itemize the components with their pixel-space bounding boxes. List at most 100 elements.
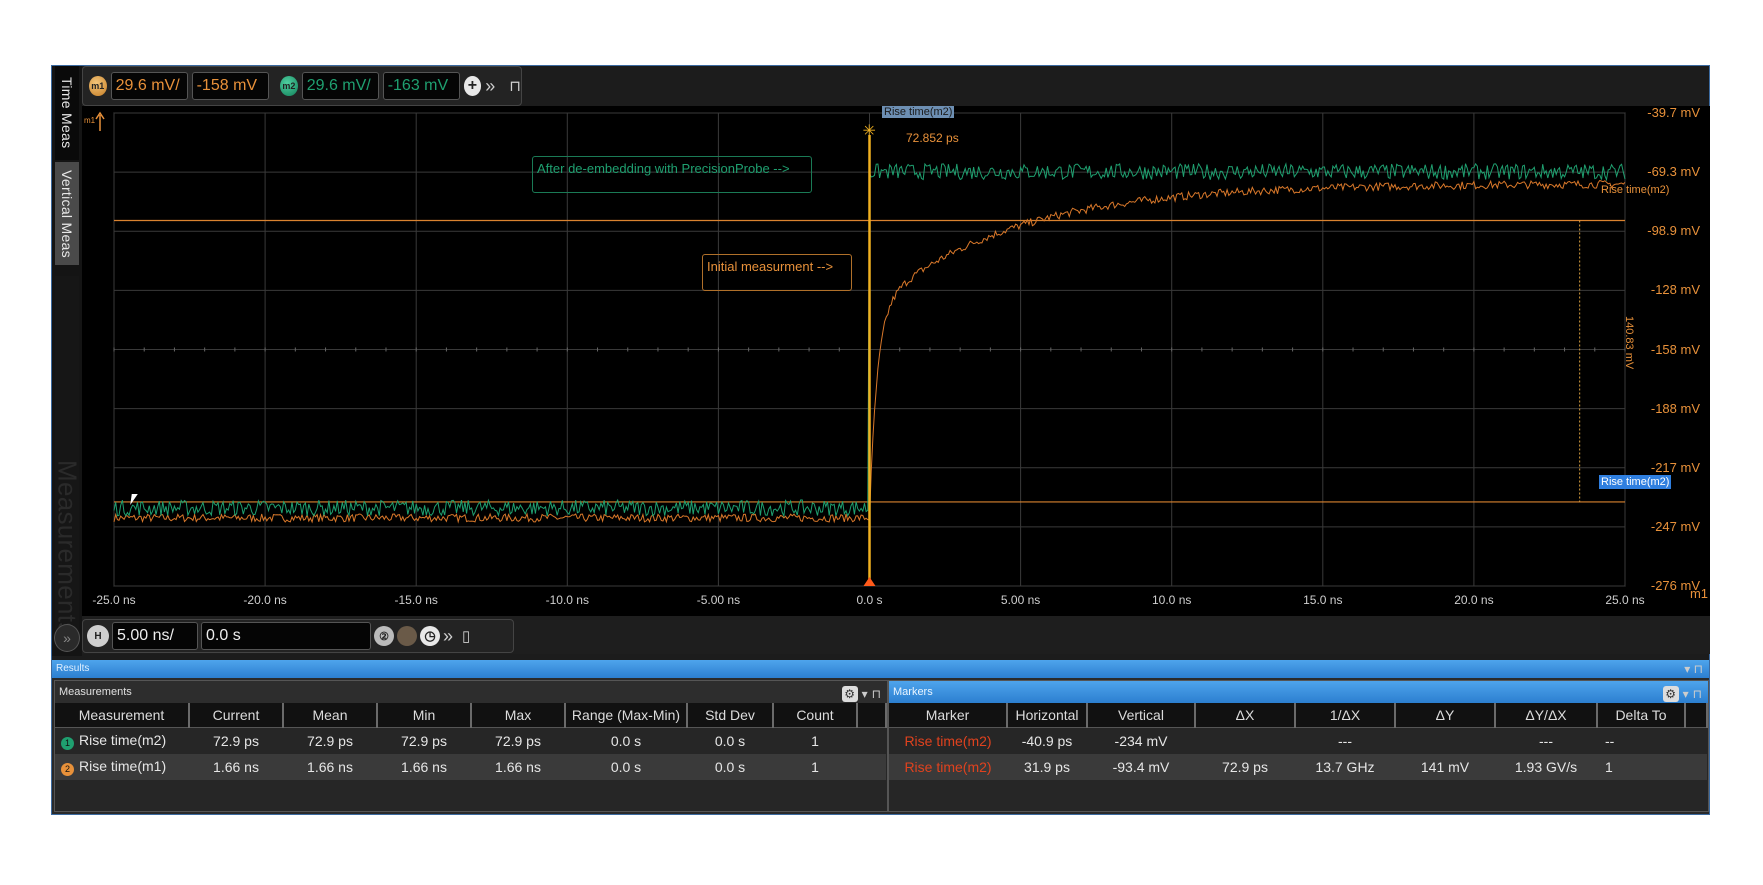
marker-cell: --- bbox=[1539, 733, 1553, 749]
marker-cell: 141 mV bbox=[1395, 754, 1495, 780]
column-header[interactable]: Delta To bbox=[1597, 703, 1686, 728]
waveform-display[interactable]: ✳ m1 -39.7 mV -69.3 mV -98.9 mV -128 mV -158 … bbox=[82, 105, 1710, 616]
marker-cell: 1.93 GV/s bbox=[1495, 754, 1597, 780]
marker-cell: Rise time(m2) bbox=[889, 754, 1007, 780]
marker-row[interactable]: Rise time(m2) 31.9 ps -93.4 mV 72.9 ps 13.7 … bbox=[889, 754, 1707, 780]
tab-time-meas[interactable]: Time Meas bbox=[55, 66, 79, 160]
column-header[interactable]: Current bbox=[189, 703, 284, 728]
m2-scale-field[interactable]: 29.6 mV/ bbox=[301, 72, 379, 100]
marker-cell bbox=[1195, 728, 1295, 755]
markers-title: Markers bbox=[893, 686, 933, 698]
column-header[interactable]: ΔY/ΔX bbox=[1495, 703, 1598, 728]
tab-vertical-meas[interactable]: Vertical Meas bbox=[55, 162, 79, 265]
column-header[interactable]: Horizontal bbox=[1007, 703, 1088, 728]
measurements-table: Measurement Current Mean Min Max Range (Max-M… bbox=[55, 703, 887, 780]
column-header[interactable]: ΔX bbox=[1195, 703, 1296, 728]
x-tick-label: -25.0 ns bbox=[92, 593, 136, 607]
horizontal-toolbar: H 5.00 ns/ 0.0 s ② ◷ » ▯ bbox=[82, 619, 514, 653]
annotation-de-embedding[interactable]: After de-embedding with PrecisionProbe -… bbox=[532, 156, 812, 193]
x-tick-label: 5.00 ns bbox=[1000, 593, 1041, 607]
column-header[interactable]: Min bbox=[377, 703, 472, 728]
marker-cell: -234 mV bbox=[1114, 733, 1168, 749]
clock-icon[interactable]: ◷ bbox=[420, 626, 440, 646]
delta-voltage-label: 140.83 mV bbox=[1623, 316, 1635, 370]
side-tab-strip: Time Meas Vertical Meas Measurements bbox=[52, 66, 83, 656]
x-tick-label: -20.0 ns bbox=[243, 593, 287, 607]
measurements-header: Measurements ⚙ ▾ ⊓ bbox=[55, 681, 887, 703]
markers-header: Markers ⚙ ▾ ⊓ bbox=[889, 681, 1708, 703]
marker-row[interactable]: Rise time(m2) -40.9 ps -234 mV --- --- -- bbox=[889, 728, 1707, 755]
axis-channel-label: m1 bbox=[1689, 586, 1708, 601]
pin-icon[interactable]: ▯ bbox=[462, 627, 470, 645]
spacer-cell bbox=[1685, 728, 1707, 755]
m2-channel-badge[interactable]: m2 bbox=[280, 76, 298, 96]
zoom-magnifier-icon[interactable]: ② bbox=[374, 626, 394, 646]
column-header[interactable]: Measurement bbox=[55, 703, 190, 728]
timebase-scale-field[interactable]: 5.00 ns/ bbox=[112, 622, 198, 650]
double-chevron-right-icon[interactable]: » bbox=[443, 626, 453, 647]
expand-panel-button[interactable]: » bbox=[54, 624, 80, 652]
column-header[interactable]: Range (Max-Min) bbox=[565, 703, 688, 728]
column-header[interactable]: Marker bbox=[889, 703, 1008, 728]
markers-panel: Markers ⚙ ▾ ⊓ Marker Horizontal Vertical ΔX 1/… bbox=[888, 680, 1709, 812]
dropdown-icon[interactable]: ▾ bbox=[1683, 683, 1689, 705]
column-header[interactable]: Max bbox=[471, 703, 566, 728]
measurement-cell: 0.0 s bbox=[714, 733, 746, 749]
y-tick-label: -188 mV bbox=[1650, 400, 1700, 416]
marker-cell: 31.9 ps bbox=[1007, 754, 1087, 780]
results-pin-controls[interactable]: ▾ ⊓ bbox=[1684, 660, 1703, 678]
plus-circle-icon[interactable]: + bbox=[463, 76, 482, 96]
m2-offset-field[interactable]: -163 mV bbox=[382, 72, 460, 100]
m1-scale-field[interactable]: 29.6 mV/ bbox=[110, 72, 188, 100]
m1-channel-badge[interactable]: m1 bbox=[89, 76, 107, 96]
x-tick-label: 0.0 s bbox=[856, 593, 883, 607]
measurement-number-badge: 1 bbox=[61, 737, 74, 750]
horizontal-badge[interactable]: H bbox=[87, 625, 109, 647]
pin-icon[interactable]: ⊓ bbox=[1693, 683, 1702, 705]
marker-cell: -- bbox=[1605, 733, 1615, 749]
lower-marker-label[interactable]: Rise time(m2) bbox=[1599, 475, 1672, 489]
tab-measurements[interactable]: Measurements bbox=[53, 276, 83, 636]
column-header[interactable]: 1/ΔX bbox=[1295, 703, 1396, 728]
measurement-name: Rise time(m1) bbox=[79, 758, 167, 774]
measurement-row[interactable]: 1 Rise time(m2) 72.9 ps 72.9 ps 72.9 ps 72.9 … bbox=[55, 728, 886, 755]
upper-marker-label[interactable]: Rise time(m2) bbox=[1601, 184, 1669, 196]
measurement-name: Rise time(m2) bbox=[79, 732, 167, 748]
column-header[interactable]: Vertical bbox=[1087, 703, 1196, 728]
m1-reference-arrow-icon[interactable] bbox=[95, 111, 105, 131]
timebase-position-field[interactable]: 0.0 s bbox=[201, 622, 371, 650]
double-chevron-right-icon[interactable]: » bbox=[485, 76, 495, 97]
waveform-plot[interactable]: ✳ m1 bbox=[82, 106, 1710, 616]
spacer-cell bbox=[1685, 754, 1707, 780]
pin-icon[interactable]: ⊓ bbox=[509, 77, 521, 95]
x-tick-label: -15.0 ns bbox=[394, 593, 438, 607]
x-tick-label: 25.0 ns bbox=[1605, 593, 1645, 607]
column-header[interactable]: Count bbox=[773, 703, 858, 728]
m1-reference-label: m1 bbox=[84, 116, 96, 125]
y-tick-label: -158 mV bbox=[1650, 341, 1700, 357]
marker-cell bbox=[1395, 728, 1495, 755]
measurement-cell: 0.0 s bbox=[687, 754, 773, 780]
gear-icon[interactable]: ⚙ bbox=[841, 686, 858, 702]
gear-icon[interactable]: ⚙ bbox=[1662, 686, 1679, 702]
annotation-initial[interactable]: Initial measurment --> bbox=[702, 254, 852, 291]
column-header[interactable]: ΔY bbox=[1395, 703, 1496, 728]
measurement-cell: 1 Rise time(m2) bbox=[55, 728, 189, 755]
measurement-cell: 0.0 s bbox=[565, 754, 687, 780]
x-tick-label: -10.0 ns bbox=[545, 593, 589, 607]
dropdown-icon[interactable]: ▾ bbox=[862, 683, 868, 705]
measurement-row[interactable]: 2 Rise time(m1) 1.66 ns 1.66 ns 1.66 ns 1.66 … bbox=[55, 754, 886, 780]
rise-time-value-label: 72.852 ps bbox=[906, 131, 959, 145]
column-header[interactable]: Std Dev bbox=[687, 703, 774, 728]
timebase-reference-icon[interactable] bbox=[397, 626, 417, 646]
spacer-cell bbox=[857, 728, 886, 755]
column-header[interactable]: Mean bbox=[283, 703, 378, 728]
measurement-cell: 1 bbox=[811, 733, 819, 749]
results-pane: Results ▾ ⊓ Measurements ⚙ ▾ ⊓ Measurement… bbox=[52, 660, 1709, 814]
measurement-number-badge: 2 bbox=[61, 763, 74, 776]
star-marker-icon: ✳ bbox=[863, 123, 876, 140]
measurement-cell: 2 Rise time(m1) bbox=[55, 754, 189, 780]
m1-offset-field[interactable]: -158 mV bbox=[191, 72, 269, 100]
pin-icon[interactable]: ⊓ bbox=[872, 683, 881, 705]
oscilloscope-window: Time Meas Vertical Meas Measurements m1 … bbox=[51, 65, 1710, 815]
